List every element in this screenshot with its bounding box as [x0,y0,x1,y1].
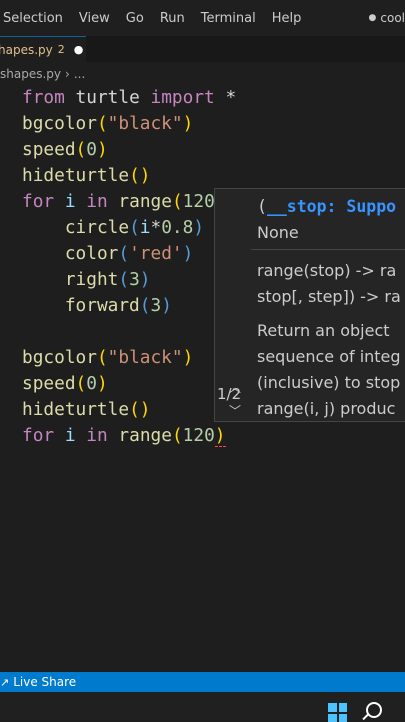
tab-label: hapes.py [0,42,53,57]
doc-line-2: stop[, step]) -> ra [257,287,401,306]
code-line-1: from turtle import * [22,87,237,108]
signature-help-popup[interactable]: ︿ 1/2 ﹀ (__stop: Suppo None range(stop) … [214,188,405,422]
unsaved-dot-icon[interactable]: ● [74,43,84,56]
menu-go[interactable]: Go [118,11,152,26]
breadcrumb-more[interactable]: ... [74,67,85,81]
tab-shapes-py[interactable]: hapes.py 2 ● [0,36,86,62]
tab-bar: hapes.py 2 ● [0,36,405,62]
doc-line-6: range(i, j) produc [257,399,396,418]
menu-selection[interactable]: Selection [0,11,71,26]
doc-line-3: Return an object [257,321,390,340]
code-line-12: speed(0) [22,373,108,394]
code-line-3: speed(0) [22,139,108,160]
doc-line-4: sequence of integ [257,347,401,366]
live-share-button[interactable]: Live Share [13,675,76,689]
signature-param: (__stop: Suppo [257,197,397,216]
window-title: ● cool [369,0,405,36]
menu-run[interactable]: Run [152,11,193,26]
chevron-down-icon[interactable]: ﹀ [229,402,241,419]
divider [251,249,405,250]
taskbar [0,692,405,722]
menu-bar: Selection View Go Run Terminal Help ● co… [0,0,405,36]
code-line-5: for i in range(120 [22,191,215,212]
doc-line-5: (inclusive) to stop [257,373,401,392]
window-title-text: cool [380,11,405,25]
windows-start-icon[interactable] [328,703,347,722]
code-line-7: color('red') [64,243,194,264]
code-line-8: right(3) [64,269,151,290]
doc-line-1: range(stop) -> ra [257,261,397,280]
code-line-4: hideturtle() [22,165,151,186]
dot-icon: ● [368,13,377,23]
overload-counter: 1/2 [217,385,242,403]
code-line-2: bgcolor("black") [22,113,194,134]
code-line-14: for i in range(120) [22,425,226,447]
code-line-6: circle(i*0.8) [64,217,205,238]
status-bar: ↗ Live Share [0,672,405,692]
chevron-right-icon: › [65,67,70,81]
code-line-11: bgcolor("black") [22,347,194,368]
signature-return: None [257,223,299,242]
live-share-icon: ↗ [0,675,10,689]
code-line-13: hideturtle() [22,399,151,420]
menu-view[interactable]: View [71,11,118,26]
breadcrumb-file[interactable]: shapes.py [0,67,61,81]
code-line-9: forward(3) [64,295,172,316]
menu-terminal[interactable]: Terminal [193,11,264,26]
menu-help[interactable]: Help [264,11,310,26]
search-icon[interactable] [366,702,382,718]
breadcrumb: shapes.py › ... [0,62,405,86]
problems-count: 2 [57,43,65,56]
